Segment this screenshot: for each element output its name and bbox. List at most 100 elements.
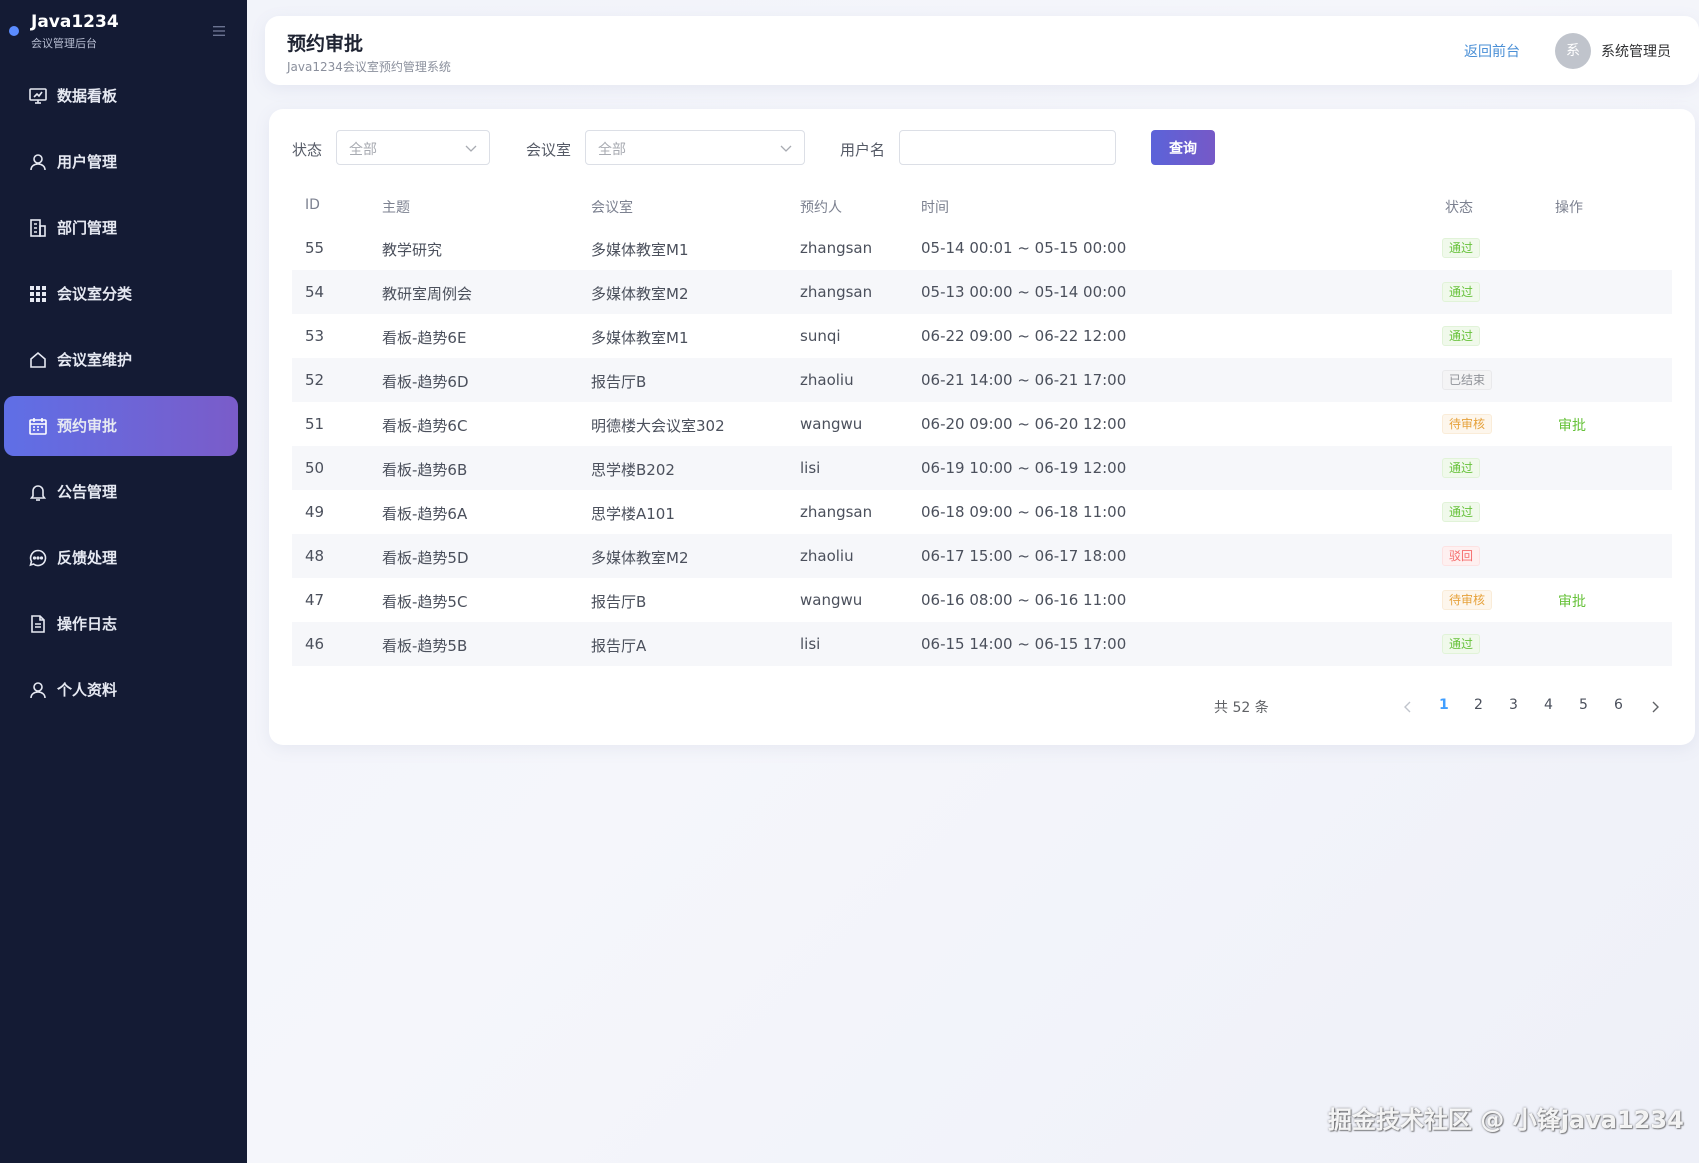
cell-time: 05-14 00:01 ~ 05-15 00:00 <box>921 239 1127 257</box>
cell-user: wangwu <box>800 415 863 433</box>
cell-room: 明德楼大会议室302 <box>591 417 725 435</box>
document-icon <box>31 615 45 633</box>
page-1[interactable]: 1 <box>1439 697 1449 713</box>
status-badge: 通过 <box>1442 502 1481 522</box>
cell-id: 53 <box>305 327 325 345</box>
sidebar-item-operation-logs[interactable]: 操作日志 <box>4 594 238 654</box>
chevron-down-icon <box>780 145 792 152</box>
chevron-right-icon[interactable] <box>1649 700 1661 714</box>
status-badge: 通过 <box>1442 238 1481 258</box>
bell-icon <box>29 485 47 501</box>
cell-topic: 看板-趋势6C <box>382 417 468 435</box>
cell-room: 思学楼A101 <box>591 505 675 523</box>
status-filter-select[interactable]: 全部 <box>336 130 490 165</box>
cell-room: 多媒体教室M1 <box>591 329 689 347</box>
sidebar-item-room-maintenance[interactable]: 会议室维护 <box>4 330 238 390</box>
cell-user: lisi <box>800 635 821 653</box>
cell-id: 46 <box>305 635 325 653</box>
cell-topic: 看板-趋势6A <box>382 505 468 523</box>
sidebar-item-label: 公告管理 <box>57 483 118 501</box>
page-6[interactable]: 6 <box>1614 697 1623 713</box>
booking-approval-card: 状态 全部 会议室 全部 用户名 查询 ID 主题 会议室 预约人 时间 状态 … <box>269 109 1695 745</box>
cell-user: zhangsan <box>800 283 873 301</box>
chat-icon <box>29 549 47 567</box>
approve-link[interactable]: 审批 <box>1558 415 1586 435</box>
page-5[interactable]: 5 <box>1579 697 1588 713</box>
column-header-action: 操作 <box>1555 200 1583 216</box>
table-row: 54 教研室周例会 多媒体教室M2 zhangsan 05-13 00:00 ~ 05-… <box>292 270 1672 314</box>
chevron-down-icon <box>465 145 477 152</box>
cell-id: 51 <box>305 415 325 433</box>
calendar-icon <box>29 418 47 435</box>
sidebar-item-label: 数据看板 <box>57 87 118 105</box>
cell-user: zhaoliu <box>800 547 854 565</box>
cell-user: wangwu <box>800 591 863 609</box>
sidebar-item-booking-approval[interactable]: 预约审批 <box>4 396 238 456</box>
username-filter-input[interactable] <box>899 130 1116 165</box>
sidebar-item-announcements[interactable]: 公告管理 <box>4 462 238 522</box>
page-3[interactable]: 3 <box>1509 697 1518 713</box>
pagination: 共 52 条 1 2 3 4 5 6 <box>269 693 1695 723</box>
cell-room: 多媒体教室M2 <box>591 549 689 567</box>
column-header-room: 会议室 <box>591 200 633 216</box>
status-filter-value: 全部 <box>349 142 377 158</box>
page-2[interactable]: 2 <box>1474 697 1483 713</box>
page-subtitle: Java1234会议室预约管理系统 <box>287 60 451 74</box>
sidebar-item-users[interactable]: 用户管理 <box>4 132 238 192</box>
cell-id: 54 <box>305 283 325 301</box>
profile-icon <box>30 682 46 699</box>
sidebar-item-label: 部门管理 <box>57 219 118 237</box>
cell-topic: 教研室周例会 <box>382 285 473 303</box>
cell-time: 06-22 09:00 ~ 06-22 12:00 <box>921 327 1127 345</box>
cell-time: 06-19 10:00 ~ 06-19 12:00 <box>921 459 1127 477</box>
sidebar-item-departments[interactable]: 部门管理 <box>4 198 238 258</box>
collapse-menu-icon[interactable] <box>211 24 227 38</box>
sidebar-item-label: 操作日志 <box>57 615 118 633</box>
house-icon <box>30 351 46 368</box>
back-to-frontend-link[interactable]: 返回前台 <box>1464 41 1520 61</box>
cell-room: 报告厅B <box>591 593 647 611</box>
building-icon <box>30 219 46 237</box>
sidebar-item-dashboard[interactable]: 数据看板 <box>4 66 238 126</box>
cell-time: 06-18 09:00 ~ 06-18 11:00 <box>921 503 1127 521</box>
cell-id: 48 <box>305 547 325 565</box>
current-username[interactable]: 系统管理员 <box>1601 41 1671 61</box>
query-button[interactable]: 查询 <box>1151 130 1215 165</box>
column-header-id: ID <box>305 197 320 213</box>
cell-topic: 看板-趋势5D <box>382 549 469 567</box>
cell-topic: 教学研究 <box>382 241 443 259</box>
page-header: 预约审批 Java1234会议室预约管理系统 返回前台 系 系统管理员 <box>265 16 1699 85</box>
column-header-topic: 主题 <box>382 200 410 216</box>
cell-id: 55 <box>305 239 325 257</box>
room-filter-select[interactable]: 全部 <box>585 130 805 165</box>
table-row: 50 看板-趋势6B 思学楼B202 lisi 06-19 10:00 ~ 06-19 … <box>292 446 1672 490</box>
username-filter-label: 用户名 <box>840 141 886 159</box>
sidebar-item-label: 预约审批 <box>57 417 118 435</box>
cell-room: 多媒体教室M1 <box>591 241 689 259</box>
sidebar-item-feedback[interactable]: 反馈处理 <box>4 528 238 588</box>
brand-dot-icon <box>9 26 19 36</box>
status-badge: 已结束 <box>1442 370 1493 390</box>
page-4[interactable]: 4 <box>1544 697 1553 713</box>
cell-room: 思学楼B202 <box>591 461 675 479</box>
sidebar-item-room-categories[interactable]: 会议室分类 <box>4 264 238 324</box>
status-badge: 通过 <box>1442 282 1481 302</box>
grid-icon <box>30 286 46 302</box>
sidebar-item-label: 会议室分类 <box>57 285 133 303</box>
room-filter-label: 会议室 <box>526 141 572 159</box>
cell-id: 49 <box>305 503 325 521</box>
sidebar-item-profile[interactable]: 个人资料 <box>4 660 238 720</box>
avatar[interactable]: 系 <box>1555 33 1591 69</box>
cell-topic: 看板-趋势5B <box>382 637 468 655</box>
approve-link[interactable]: 审批 <box>1558 591 1586 611</box>
room-filter-value: 全部 <box>598 142 626 158</box>
column-header-time: 时间 <box>921 200 949 216</box>
chevron-left-icon[interactable] <box>1402 700 1414 714</box>
page-title: 预约审批 <box>287 33 364 55</box>
sidebar-item-label: 用户管理 <box>57 153 118 171</box>
brand-title: Java1234 <box>31 12 119 32</box>
status-badge: 待审核 <box>1442 590 1493 610</box>
status-badge: 驳回 <box>1442 546 1481 566</box>
cell-time: 06-17 15:00 ~ 06-17 18:00 <box>921 547 1127 565</box>
table-row: 51 看板-趋势6C 明德楼大会议室302 wangwu 06-20 09:00 ~ 0… <box>292 402 1672 446</box>
